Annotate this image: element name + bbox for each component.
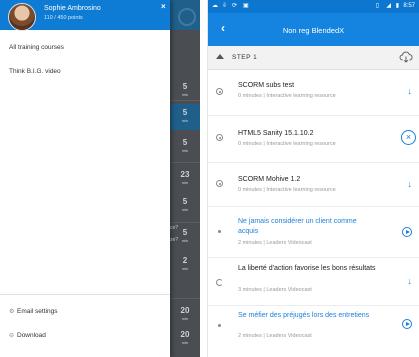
background-progress-circle bbox=[178, 8, 196, 26]
divider bbox=[170, 100, 200, 101]
status-ring-icon bbox=[216, 134, 223, 141]
list-item[interactable]: Se méfier des préjugés lors des entretie… bbox=[208, 306, 419, 357]
battery-icon: ▮ bbox=[395, 3, 399, 9]
arrow-down-icon[interactable]: ↓ bbox=[408, 86, 413, 96]
email-settings-label: Email settings bbox=[17, 308, 58, 315]
item-meta: 3 minutes | Leaders Videocast bbox=[238, 287, 312, 293]
item-title: SCORM subs test bbox=[238, 82, 295, 89]
item-title[interactable]: Ne jamais considérer un client comme acq… bbox=[238, 217, 378, 237]
drawer-item-think-big-video[interactable]: Think B.I.G. video bbox=[9, 68, 61, 75]
status-dot-icon bbox=[218, 230, 221, 233]
play-icon[interactable] bbox=[402, 319, 412, 329]
item-meta: 0 minutes | Interactive learning resourc… bbox=[238, 93, 336, 99]
item-title: SCORM Mohive 1.2 bbox=[238, 176, 301, 183]
drawer-header: Sophie Ambrosino 110 / 450 points × bbox=[0, 0, 170, 31]
background-duration-selected: 5 min bbox=[170, 104, 200, 130]
status-time: 8:57 bbox=[403, 3, 415, 9]
list-item[interactable]: SCORM Mohive 1.2 0 minutes | Interactive… bbox=[208, 163, 419, 206]
item-title: La liberté d'action favorise les bons ré… bbox=[238, 265, 376, 272]
app-bar: ‹ Non reg BlendedX bbox=[208, 13, 419, 46]
background-duration: 5 min bbox=[181, 197, 189, 212]
background-duration: 20 min bbox=[180, 306, 190, 321]
drawer-item-email-settings[interactable]: ⚙ Email settings bbox=[9, 308, 57, 315]
divider bbox=[170, 222, 200, 223]
item-meta: 0 minutes | Interactive learning resourc… bbox=[238, 141, 336, 147]
divider bbox=[170, 298, 200, 299]
sync-icon: ⟳ bbox=[232, 3, 238, 9]
page-title: Non reg BlendedX bbox=[282, 26, 345, 35]
step-label: STEP 1 bbox=[232, 54, 258, 61]
download-status-icon: ⇩ bbox=[222, 3, 228, 9]
download-label: Download bbox=[17, 332, 46, 339]
status-bar: ☁ ⇩ ⟳ ▣ ▯ ◢ ▮ 8:57 bbox=[208, 0, 419, 13]
arrow-down-icon[interactable]: ↓ bbox=[408, 276, 413, 286]
avatar[interactable] bbox=[8, 3, 36, 31]
item-title: HTML5 Sanity 15.1.10.2 bbox=[238, 130, 314, 137]
status-ring-icon bbox=[216, 180, 223, 187]
background-duration: 20 min bbox=[180, 330, 190, 345]
left-phone-screen: 5 min 5 min 5 min 23 min 5 min 5 min 2 min 20 mi… bbox=[0, 0, 200, 357]
background-text-fragment: ce? bbox=[170, 225, 179, 231]
background-duration: 5 min bbox=[181, 138, 189, 153]
chevron-up-icon bbox=[216, 54, 224, 59]
drawer-item-download[interactable]: ⊖ Download bbox=[9, 332, 46, 339]
item-meta: 2 minutes | Leaders Videocast bbox=[238, 333, 312, 339]
background-duration: 2 min bbox=[181, 256, 189, 271]
list-item[interactable]: SCORM subs test 0 minutes | Interactive … bbox=[208, 70, 419, 110]
list-item[interactable]: La liberté d'action favorise les bons ré… bbox=[208, 258, 419, 305]
divider bbox=[0, 294, 170, 295]
close-icon[interactable]: × bbox=[161, 2, 166, 11]
user-points: 110 / 450 points bbox=[44, 15, 83, 21]
play-icon[interactable] bbox=[402, 227, 412, 237]
list-item[interactable]: HTML5 Sanity 15.1.10.2 0 minutes | Inter… bbox=[208, 116, 419, 162]
clock-icon bbox=[216, 279, 223, 286]
divider bbox=[170, 162, 200, 163]
background-duration: 5 min bbox=[181, 82, 189, 97]
arrow-down-icon[interactable]: ↓ bbox=[408, 179, 413, 189]
item-meta: 0 minutes | Interactive learning resourc… bbox=[238, 187, 336, 193]
item-meta: 2 minutes | Leaders Videocast bbox=[238, 240, 312, 246]
download-icon: ⊖ bbox=[9, 333, 15, 339]
drawer-item-all-training-courses[interactable]: All training courses bbox=[9, 44, 64, 51]
background-duration: 23 min bbox=[180, 170, 190, 185]
background-text-fragment: ze? bbox=[170, 237, 179, 243]
cloud-icon: ☁ bbox=[212, 3, 218, 9]
vibrate-icon: ▯ bbox=[375, 3, 379, 9]
navigation-drawer: Sophie Ambrosino 110 / 450 points × All … bbox=[0, 0, 170, 357]
photo-icon: ▣ bbox=[243, 3, 249, 9]
cancel-download-icon[interactable]: × bbox=[401, 130, 416, 145]
user-name: Sophie Ambrosino bbox=[44, 5, 101, 12]
right-phone-screen: ☁ ⇩ ⟳ ▣ ▯ ◢ ▮ 8:57 ‹ Non reg BlendedX ST… bbox=[207, 0, 419, 357]
status-ring-icon bbox=[216, 88, 223, 95]
list-item[interactable]: Ne jamais considérer un client comme acq… bbox=[208, 207, 419, 256]
cloud-download-icon[interactable] bbox=[399, 51, 413, 63]
item-title[interactable]: Se méfier des préjugés lors des entretie… bbox=[238, 311, 378, 321]
signal-icon: ◢ bbox=[386, 3, 391, 9]
gear-icon: ⚙ bbox=[9, 309, 15, 315]
status-dot-icon bbox=[218, 324, 221, 327]
step-header[interactable]: STEP 1 bbox=[208, 46, 419, 70]
